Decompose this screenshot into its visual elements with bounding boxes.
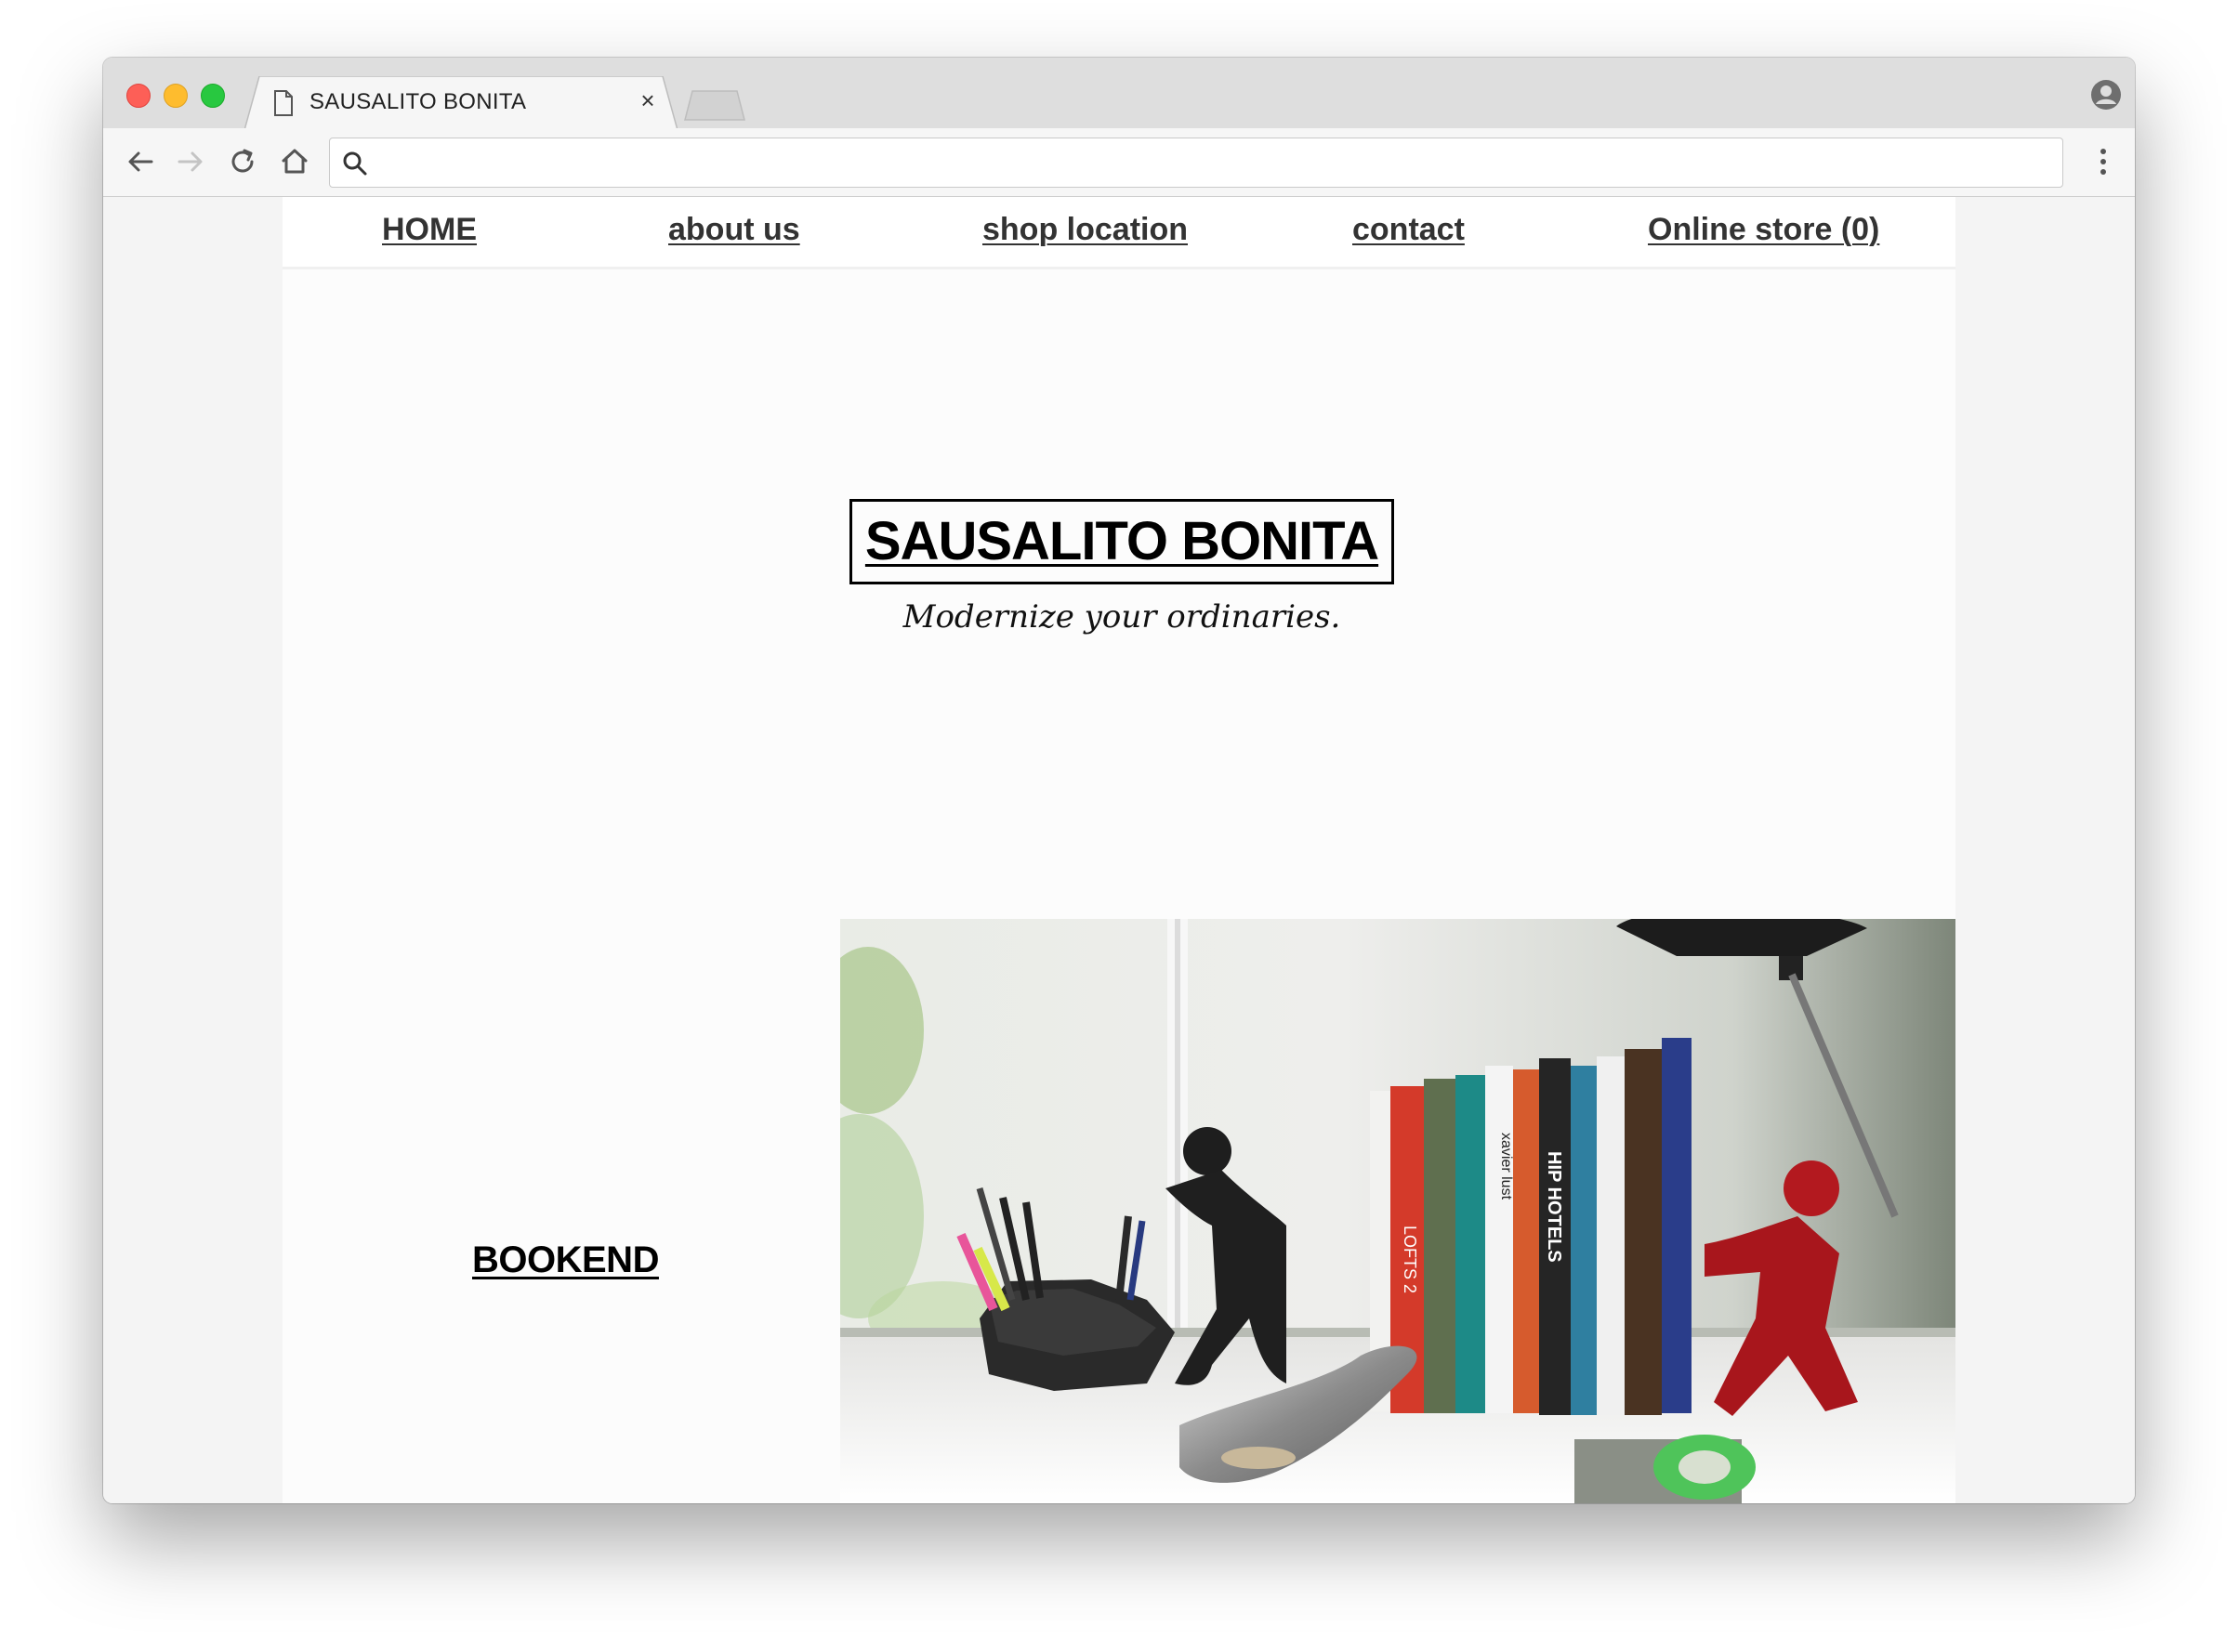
more-vertical-icon[interactable] — [2085, 143, 2122, 180]
nav-link-online-store[interactable]: Online store (0) — [1648, 212, 1879, 248]
product-link-bookend[interactable]: BOOKEND — [472, 1239, 659, 1281]
search-icon — [343, 151, 367, 176]
tab-strip: SAUSALITO BONITA × — [103, 58, 2135, 130]
close-icon[interactable]: × — [637, 88, 659, 112]
reload-icon[interactable] — [224, 143, 261, 180]
address-input[interactable] — [380, 146, 2047, 181]
new-tab-button[interactable] — [683, 89, 746, 121]
nav-link-contact[interactable]: contact — [1352, 212, 1465, 248]
address-bar[interactable] — [329, 138, 2063, 188]
site-logo-box[interactable]: SAUSALITO BONITA — [849, 499, 1394, 584]
minimize-window-button[interactable] — [164, 84, 188, 108]
browser-window: SAUSALITO BONITA × HOME about us shop lo… — [103, 58, 2135, 1503]
page-viewport: HOME about us shop location contact Onli… — [103, 197, 2135, 1503]
svg-text:HIP HOTELS: HIP HOTELS — [1544, 1151, 1564, 1263]
nav-link-shop-location[interactable]: shop location — [982, 212, 1188, 248]
back-arrow-icon[interactable] — [122, 143, 159, 180]
profile-icon[interactable] — [2089, 78, 2123, 111]
maximize-window-button[interactable] — [201, 84, 225, 108]
tab-title: SAUSALITO BONITA — [309, 89, 527, 114]
site-tagline: Modernize your ordinaries. — [902, 598, 1341, 636]
browser-toolbar — [103, 128, 2135, 197]
product-photo[interactable]: LOFTS 2 xavier lust HIP HOTELS — [840, 919, 1955, 1503]
site-nav: HOME about us shop location contact Onli… — [283, 197, 1955, 269]
site-title[interactable]: SAUSALITO BONITA — [852, 502, 1391, 582]
home-icon[interactable] — [276, 143, 313, 180]
nav-link-about-us[interactable]: about us — [668, 212, 800, 248]
document-icon — [274, 90, 293, 116]
page-content: HOME about us shop location contact Onli… — [283, 197, 1955, 1503]
nav-link-home[interactable]: HOME — [382, 212, 477, 248]
svg-text:LOFTS 2: LOFTS 2 — [1401, 1226, 1419, 1293]
close-window-button[interactable] — [126, 84, 151, 108]
forward-arrow-icon[interactable] — [172, 143, 209, 180]
svg-text:xavier lust: xavier lust — [1498, 1133, 1514, 1200]
